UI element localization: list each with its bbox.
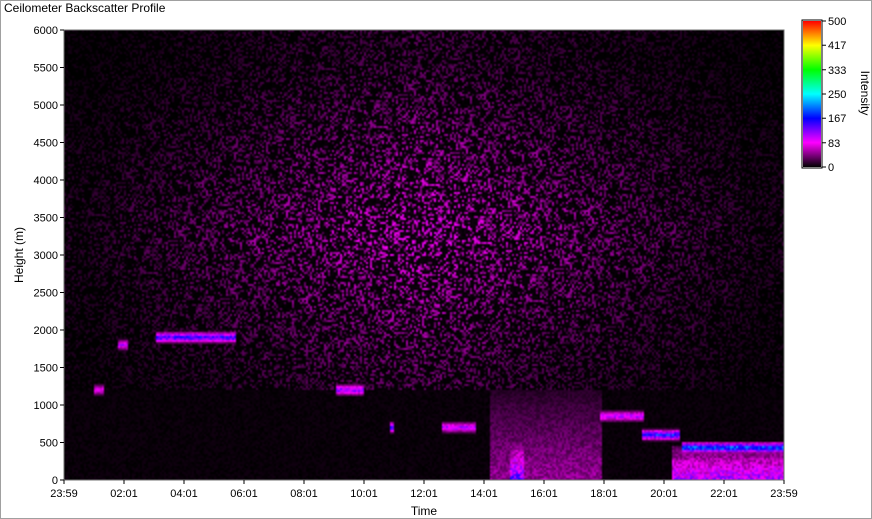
y-tick-label: 3500 (34, 213, 58, 225)
colorbar-tick-label: 417 (828, 40, 846, 52)
y-tick-label: 4500 (34, 138, 58, 150)
colorbar-tick-label: 333 (828, 65, 846, 77)
colorbar (803, 21, 821, 167)
x-tick-label: 08:01 (290, 488, 318, 500)
colorbar-label: Intensity (858, 71, 872, 116)
x-tick-label: 20:01 (650, 488, 678, 500)
y-tick-label: 4000 (34, 175, 58, 187)
y-tick-label: 3000 (34, 250, 58, 262)
y-axis-label: Height (m) (12, 227, 26, 283)
x-tick-label: 12:01 (410, 488, 438, 500)
x-tick-label: 06:01 (230, 488, 258, 500)
colorbar-tick-label: 250 (828, 89, 846, 101)
x-tick-label: 04:01 (170, 488, 198, 500)
y-tick-label: 5500 (34, 63, 58, 75)
y-tick-label: 2500 (34, 288, 58, 300)
chart-svg: 0500100015002000250030003500400045005000… (12, 16, 872, 518)
colorbar-tick-label: 0 (828, 162, 834, 174)
colorbar-tick-label: 83 (828, 138, 840, 150)
y-tick-label: 1000 (34, 400, 58, 412)
y-tick-label: 6000 (34, 25, 58, 37)
x-tick-label: 23:59 (770, 488, 798, 500)
y-tick-label: 500 (40, 438, 58, 450)
colorbar-tick-label: 167 (828, 113, 846, 125)
colorbar-tick-label: 500 (828, 16, 846, 28)
y-tick-label: 0 (52, 475, 58, 487)
x-tick-label: 23:59 (50, 488, 78, 500)
y-tick-label: 5000 (34, 100, 58, 112)
x-tick-label: 22:01 (710, 488, 738, 500)
x-tick-label: 18:01 (590, 488, 618, 500)
x-tick-label: 14:01 (470, 488, 498, 500)
y-tick-label: 2000 (34, 325, 58, 337)
backscatter-heatmap (64, 30, 784, 480)
x-tick-label: 16:01 (530, 488, 558, 500)
x-axis-label: Time (411, 504, 438, 518)
x-tick-label: 10:01 (350, 488, 378, 500)
y-tick-label: 1500 (34, 363, 58, 375)
x-tick-label: 02:01 (110, 488, 138, 500)
